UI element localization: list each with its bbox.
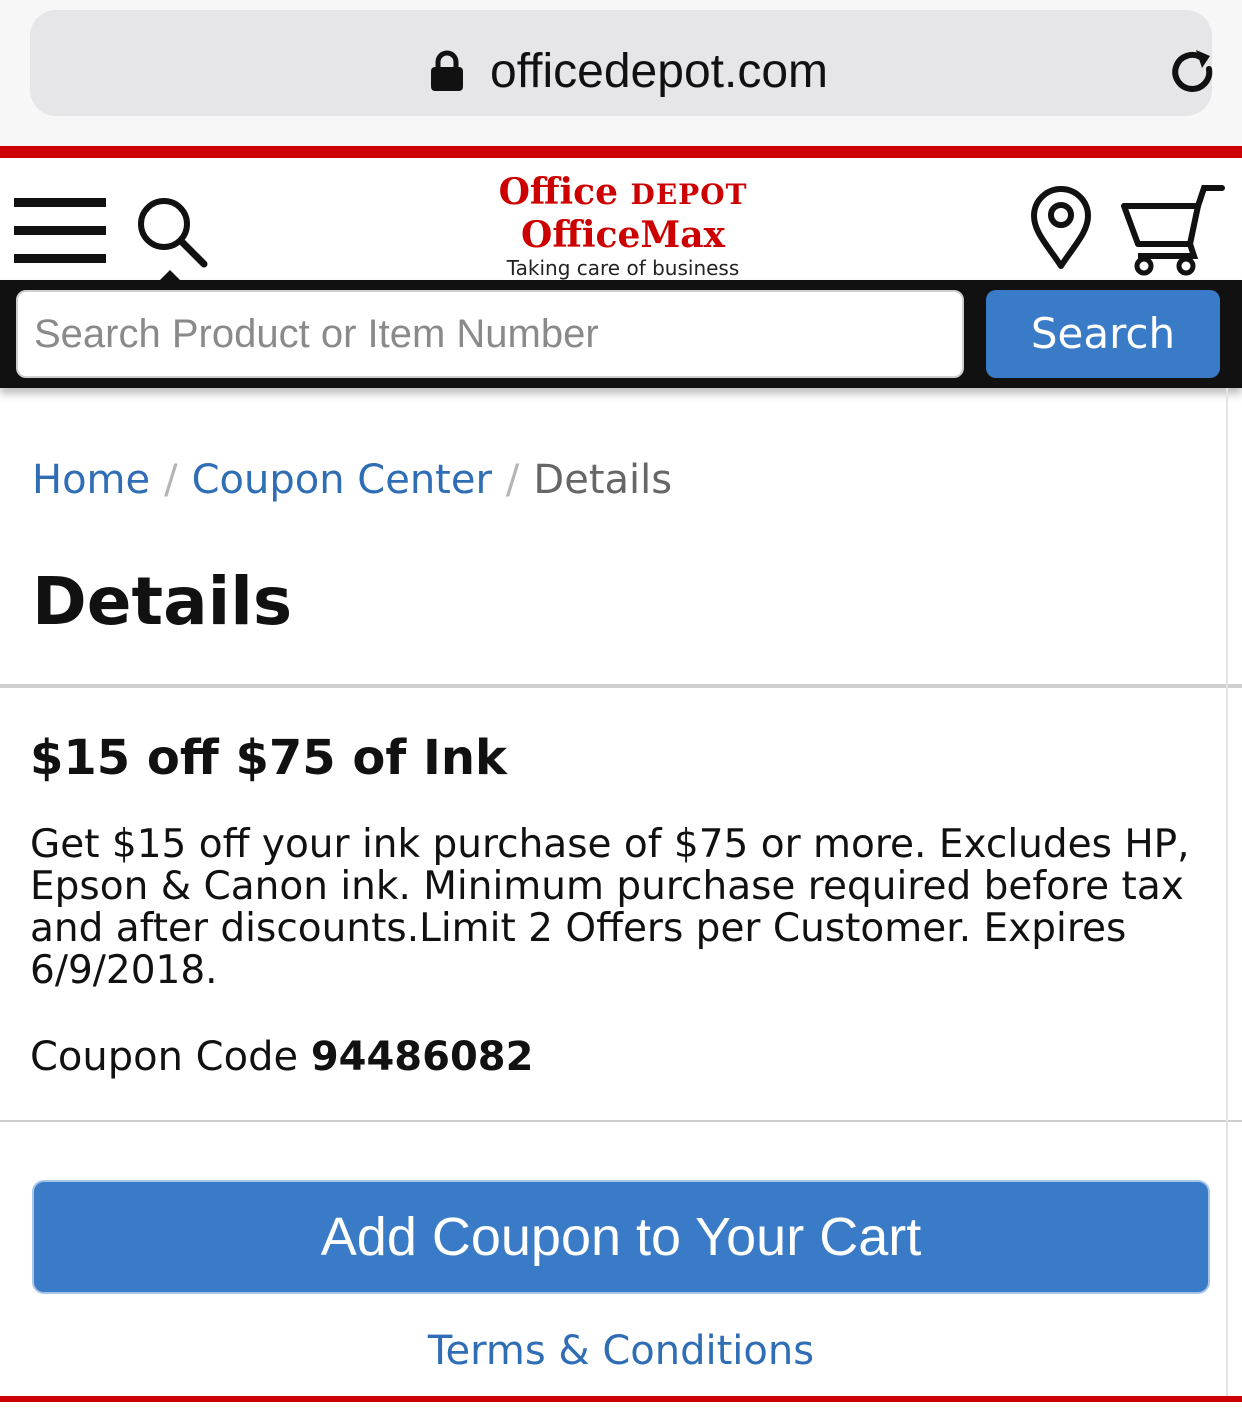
browser-chrome: officedepot.com xyxy=(0,0,1242,146)
terms-link[interactable]: Terms & Conditions xyxy=(0,1326,1242,1376)
search-input[interactable] xyxy=(16,290,964,378)
reload-icon[interactable] xyxy=(1166,46,1220,100)
logo-line1: Office DEPOT xyxy=(498,171,748,213)
breadcrumb-separator: / xyxy=(505,457,520,503)
lock-icon xyxy=(431,50,463,91)
menu-icon[interactable] xyxy=(14,198,106,264)
logo[interactable]: Office DEPOT OfficeMax Taking care of bu… xyxy=(478,172,768,282)
logo-line2: OfficeMax xyxy=(520,214,726,256)
divider xyxy=(0,1120,1242,1122)
scroll-edge xyxy=(1226,388,1228,1396)
cart-icon[interactable] xyxy=(1120,184,1226,276)
search-icon[interactable] xyxy=(134,194,208,268)
search-strip: Search xyxy=(0,280,1242,388)
breadcrumb-current: Details xyxy=(533,457,673,503)
offer-description: Get $15 off your ink purchase of $75 or … xyxy=(30,822,1190,993)
page-title: Details xyxy=(32,563,293,640)
breadcrumb-home[interactable]: Home xyxy=(32,457,150,503)
coupon-code-label: Coupon Code xyxy=(30,1034,299,1080)
breadcrumb-coupon-center[interactable]: Coupon Center xyxy=(192,457,492,503)
search-button[interactable]: Search xyxy=(986,290,1220,378)
url-bar[interactable]: officedepot.com xyxy=(30,10,1213,116)
site-header: Office DEPOT OfficeMax Taking care of bu… xyxy=(0,146,1242,292)
breadcrumb-separator: / xyxy=(164,457,178,503)
coupon-code-value: 94486082 xyxy=(310,1034,534,1080)
divider xyxy=(0,684,1242,688)
offer-title: $15 off $75 of Ink xyxy=(30,730,507,786)
url-text[interactable]: officedepot.com xyxy=(490,40,828,104)
location-pin-icon[interactable] xyxy=(1030,186,1092,270)
coupon-code: Coupon Code 94486082 xyxy=(30,1032,533,1082)
add-coupon-button[interactable]: Add Coupon to Your Cart xyxy=(32,1180,1210,1294)
logo-tagline: Taking care of business xyxy=(506,256,740,280)
bottom-bar xyxy=(0,1396,1242,1402)
page: officedepot.com Office DEPOT OfficeMax T… xyxy=(0,0,1242,1410)
breadcrumb: Home / Coupon Center / Details xyxy=(32,450,672,510)
